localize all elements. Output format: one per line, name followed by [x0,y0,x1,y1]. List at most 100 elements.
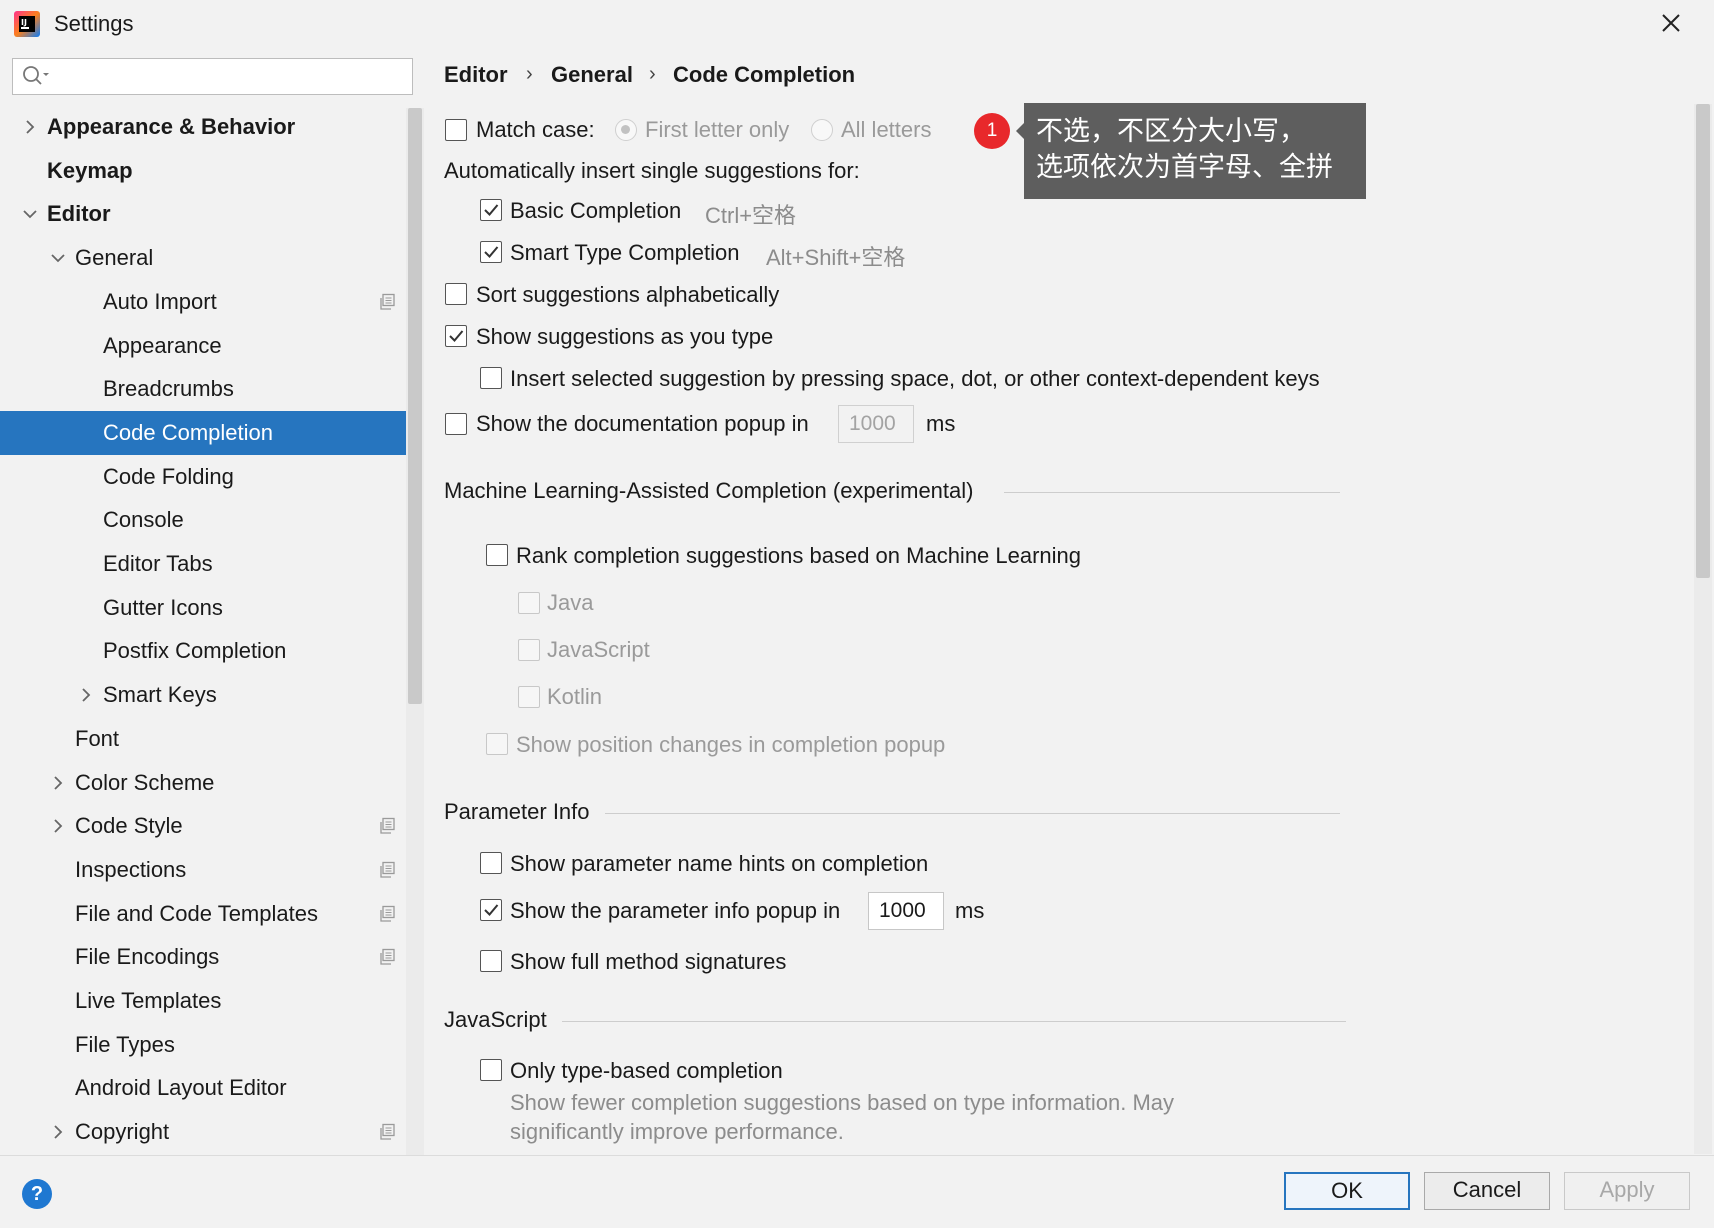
breadcrumb-general[interactable]: General [551,62,633,88]
chevron-down-icon[interactable] [21,205,39,223]
sidebar-item-breadcrumbs[interactable]: Breadcrumbs [0,367,424,411]
sidebar-item-android-layout-editor[interactable]: Android Layout Editor [0,1066,424,1110]
ml-javascript-checkbox[interactable] [518,639,540,661]
javascript-section-title: JavaScript [444,1007,547,1032]
sidebar-item-gutter-icons[interactable]: Gutter Icons [0,586,424,630]
type-based-completion-label: Only type-based completion [510,1058,783,1083]
basic-completion-label: Basic Completion [510,198,682,223]
sidebar-item-live-templates[interactable]: Live Templates [0,979,424,1023]
sidebar-item-label: Android Layout Editor [75,1075,287,1101]
param-name-hints-checkbox[interactable] [480,852,502,874]
search-icon [23,66,49,85]
sidebar-item-file-encodings[interactable]: File Encodings [0,935,424,979]
ml-section-divider [1004,492,1340,493]
sidebar-item-label: Live Templates [75,988,222,1013]
ml-javascript-label: JavaScript [547,637,650,662]
search-input[interactable] [12,58,413,95]
sidebar-item-smart-keys[interactable]: Smart Keys [0,673,424,717]
sidebar-item-label: Appearance [103,332,222,358]
param-info-popup-delay-field[interactable]: 1000 [868,892,944,930]
chevron-right-icon[interactable] [49,1123,67,1141]
sidebar-item-postfix-completion[interactable]: Postfix Completion [0,629,424,673]
chevron-right-icon[interactable] [49,817,67,835]
position-changes-checkbox[interactable] [486,733,508,755]
chevron-down-icon[interactable] [49,249,67,267]
annotation-line-1: 不选，不区分大小写， [1036,116,1306,146]
sidebar-item-appearance-behavior[interactable]: Appearance & Behavior [0,105,424,149]
insert-selected-checkbox[interactable] [480,367,502,389]
parameter-info-section-title: Parameter Info [444,799,590,824]
window-title: Settings [54,11,134,36]
ml-kotlin-checkbox[interactable] [518,686,540,708]
chevron-right-icon[interactable] [49,774,67,792]
ok-button[interactable]: OK [1284,1172,1410,1210]
sidebar-item-general[interactable]: General [0,236,424,280]
sidebar-item-label: Console [103,507,184,533]
parameter-info-divider [605,813,1340,814]
sidebar-item-label: Gutter Icons [103,594,223,620]
sidebar-item-keymap[interactable]: Keymap [0,149,424,193]
sidebar-item-code-completion[interactable]: Code Completion [0,410,424,455]
chevron-right-icon[interactable] [77,686,95,704]
sidebar-item-font[interactable]: Font [0,717,424,761]
sidebar-item-file-and-code-templates[interactable]: File and Code Templates [0,892,424,936]
rank-ml-checkbox[interactable] [486,544,508,566]
checkmark-icon [484,246,499,258]
javascript-section-divider [562,1021,1346,1022]
position-changes-label: Show position changes in completion popu… [516,732,946,757]
checkmark-icon [484,904,499,916]
sidebar-item-code-folding[interactable]: Code Folding [0,455,424,499]
param-info-popup-unit: ms [955,898,985,923]
sidebar-item-label: Code Style [75,813,183,839]
title-bar [0,0,1714,50]
show-as-you-type-checkbox[interactable] [445,325,467,347]
sidebar-item-label: Auto Import [103,288,217,314]
svg-text:IJ: IJ [21,18,27,27]
project-scope-icon [380,818,395,834]
sidebar-item-file-types[interactable]: File Types [0,1023,424,1067]
sidebar-item-auto-import[interactable]: Auto Import [0,280,424,324]
sidebar-item-label: Font [75,725,120,751]
breadcrumb-separator: › [526,63,533,85]
ml-kotlin-label: Kotlin [547,684,603,709]
ml-java-checkbox[interactable] [518,592,540,614]
sidebar-item-inspections[interactable]: Inspections [0,848,424,892]
sidebar-item-console[interactable]: Console [0,498,424,542]
sidebar-item-copyright[interactable]: Copyright [0,1110,424,1154]
help-icon[interactable]: ? [22,1179,52,1209]
full-method-signatures-label: Show full method signatures [510,949,787,974]
all-letters-radio[interactable] [811,119,833,141]
basic-completion-shortcut: Ctrl+空格 [705,203,797,228]
match-case-checkbox[interactable] [445,119,467,141]
documentation-popup-delay-field[interactable]: 1000 [838,405,914,443]
all-letters-label: All letters [841,117,932,142]
type-based-description-line-2: significantly improve performance. [510,1119,844,1144]
cancel-button[interactable]: Cancel [1424,1172,1550,1210]
sidebar-item-editor-tabs[interactable]: Editor Tabs [0,542,424,586]
sidebar-scrollbar-thumb[interactable] [408,108,422,704]
annotation-line-2: 选项依次为首字母、全拼 [1036,152,1333,182]
breadcrumb-editor[interactable]: Editor [444,62,508,88]
content-scrollbar-thumb[interactable] [1696,104,1710,578]
smart-type-completion-checkbox[interactable] [480,241,502,263]
sidebar-item-code-style[interactable]: Code Style [0,804,424,848]
type-based-completion-checkbox[interactable] [480,1059,502,1081]
full-method-signatures-checkbox[interactable] [480,950,502,972]
ml-java-label: Java [547,590,594,615]
sidebar-item-appearance[interactable]: Appearance [0,324,424,368]
sidebar-item-color-scheme[interactable]: Color Scheme [0,761,424,805]
documentation-popup-checkbox[interactable] [445,413,467,435]
type-based-description-line-1: Show fewer completion suggestions based … [510,1090,1175,1115]
sort-alphabetically-checkbox[interactable] [445,283,467,305]
param-info-popup-checkbox[interactable] [480,899,502,921]
first-letter-only-radio[interactable] [615,119,637,141]
basic-completion-checkbox[interactable] [480,199,502,221]
sidebar-item-label: File Types [75,1031,175,1057]
chevron-right-icon[interactable] [21,118,39,136]
show-as-you-type-label: Show suggestions as you type [476,324,774,349]
annotation-callout: 不选，不区分大小写， 选项依次为首字母、全拼 [1024,103,1366,199]
close-icon[interactable] [1656,8,1686,38]
apply-button[interactable]: Apply [1564,1172,1690,1210]
sidebar-item-label: Copyright [75,1119,170,1145]
sidebar-item-editor[interactable]: Editor [0,192,424,236]
